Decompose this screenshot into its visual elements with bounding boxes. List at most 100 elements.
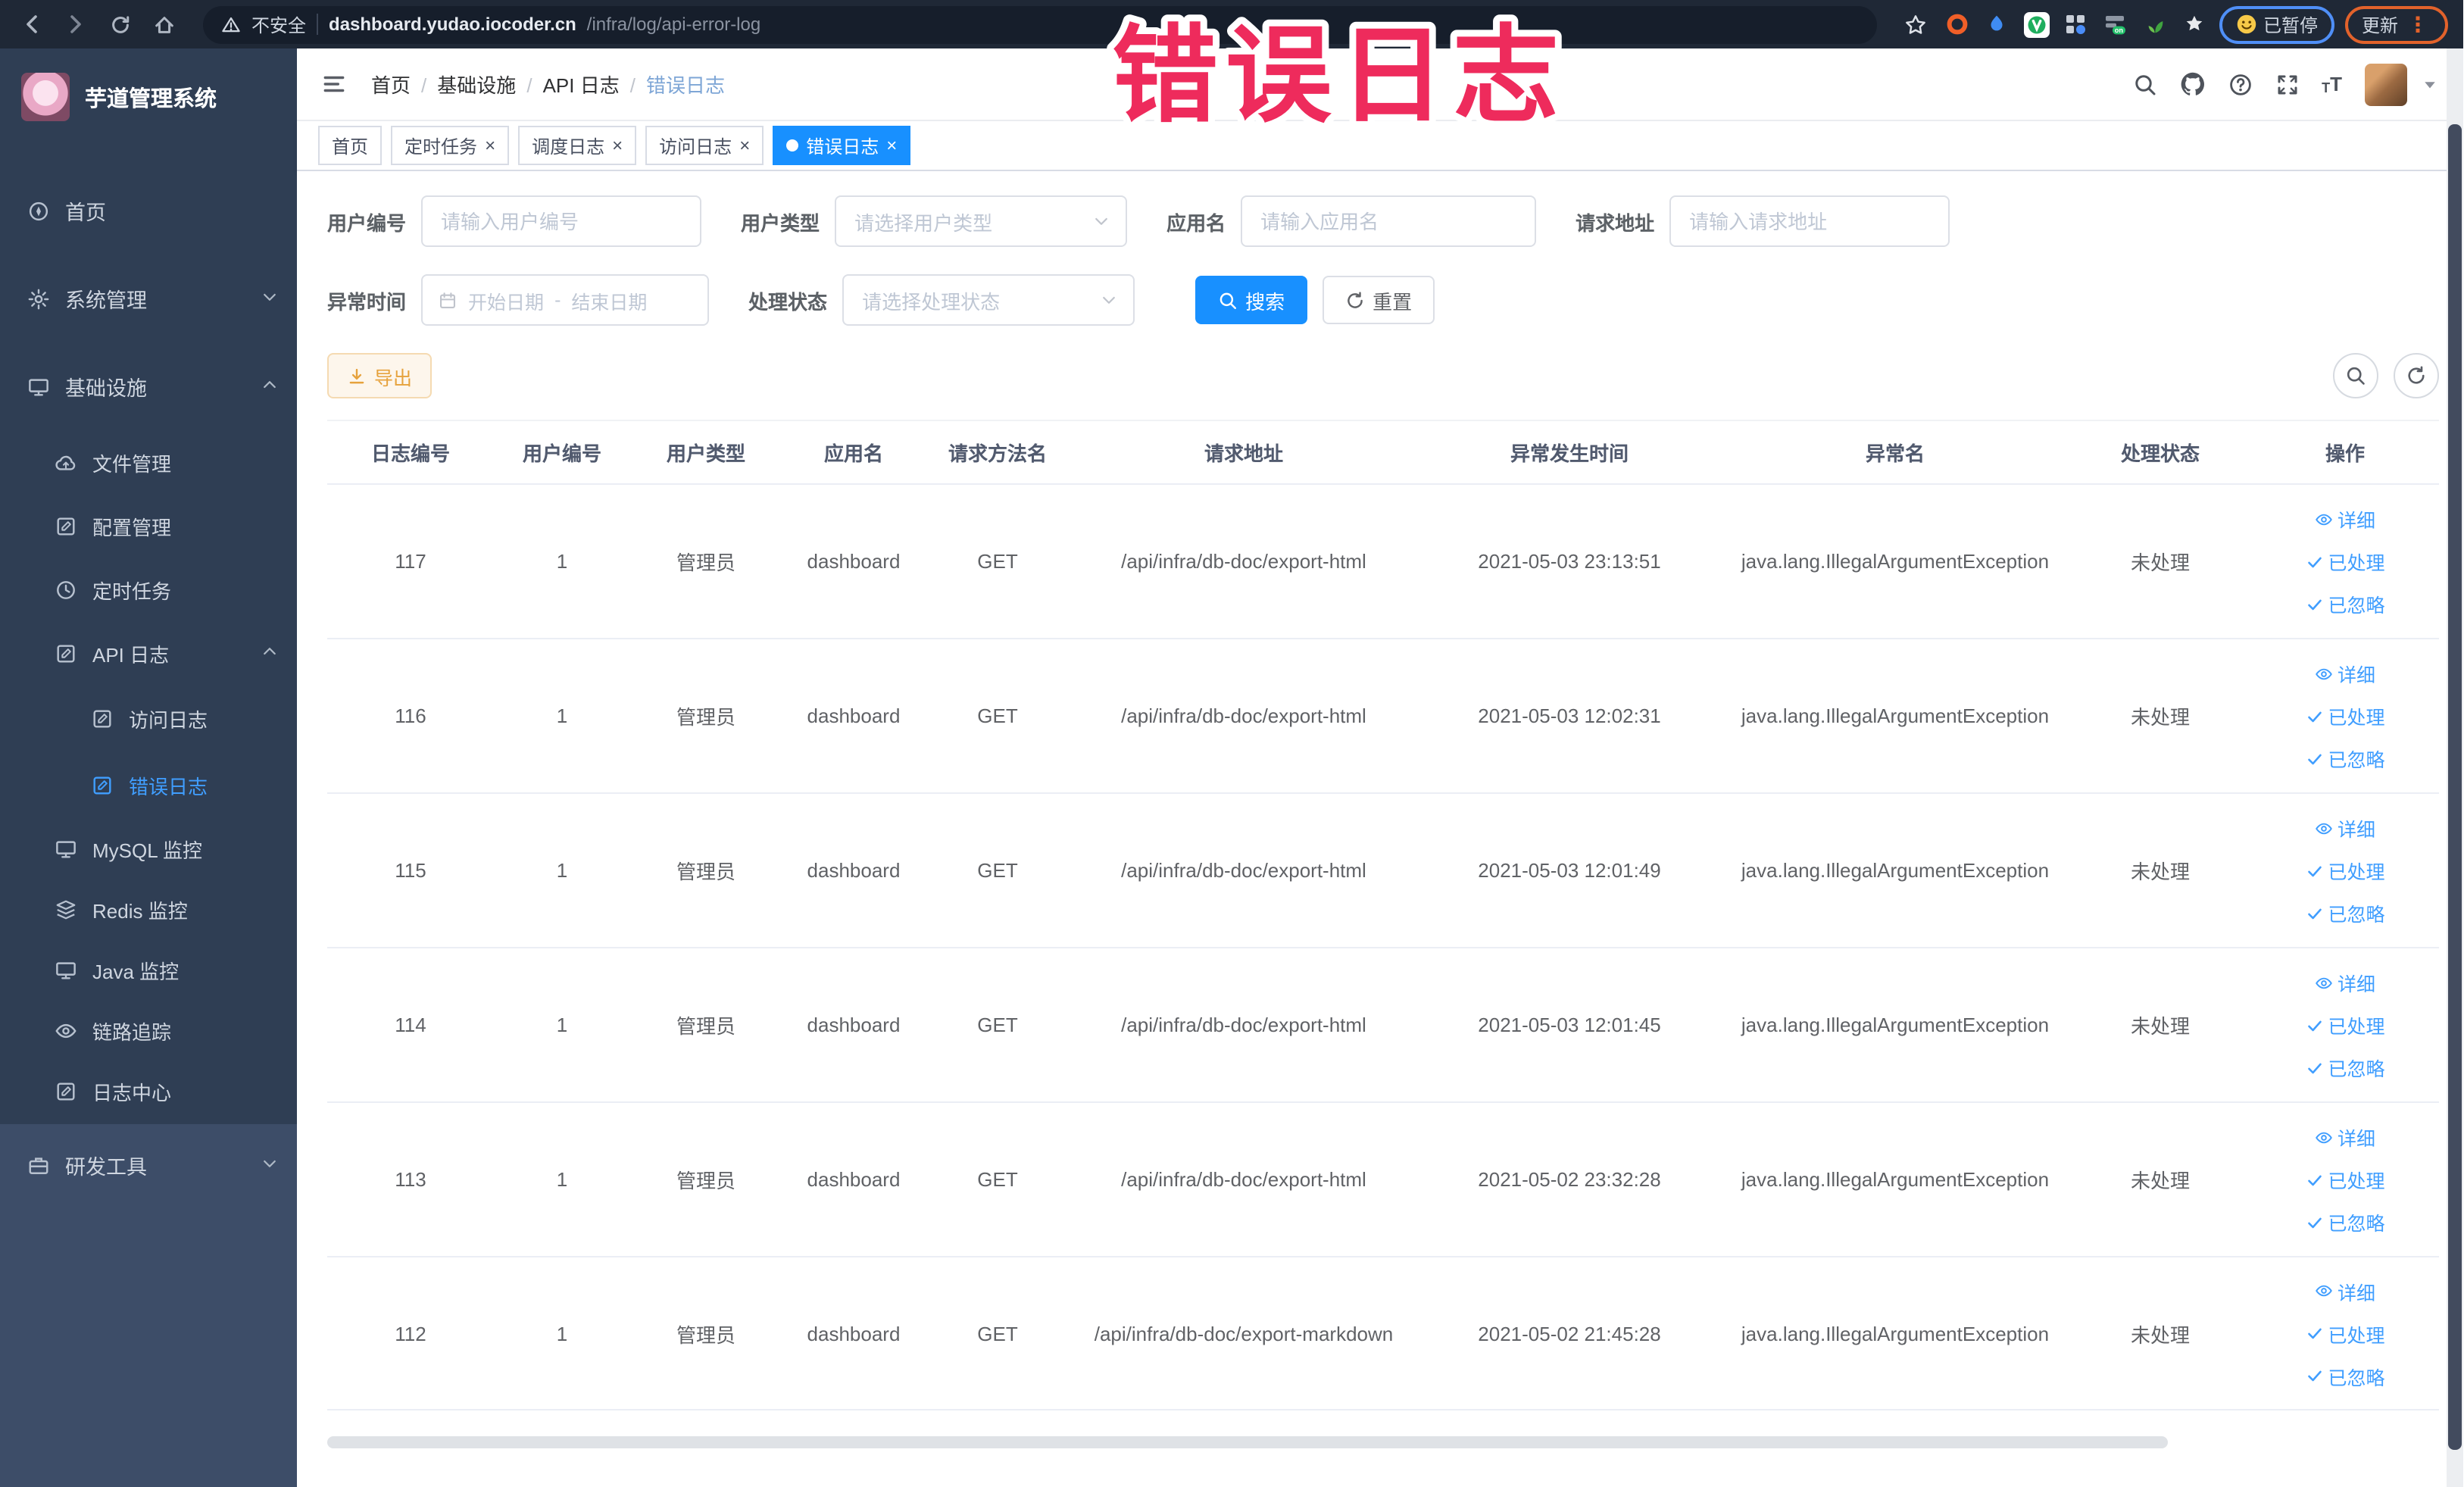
check-icon — [2305, 1016, 2323, 1034]
export-button[interactable]: 导出 — [327, 353, 433, 398]
detail-link[interactable]: 详细 — [2315, 1276, 2375, 1305]
hamburger-icon[interactable] — [321, 71, 347, 97]
processed-link[interactable]: 已处理 — [2305, 701, 2385, 730]
close-icon[interactable] — [886, 136, 897, 155]
process-status-select[interactable]: 请选择处理状态 — [842, 274, 1135, 326]
extension-icon[interactable] — [2180, 10, 2209, 39]
close-icon[interactable] — [739, 136, 750, 155]
update-button[interactable]: 更新 — [2344, 5, 2448, 43]
layers-icon — [55, 898, 77, 920]
cell-user-id: 1 — [556, 1014, 568, 1036]
ignored-link[interactable]: 已忽略 — [2305, 589, 2385, 618]
sidebar-item-log-center[interactable]: 日志中心 — [0, 1061, 297, 1121]
process-status-label: 处理状态 — [748, 290, 828, 313]
paused-extension-badge[interactable]: 已暂停 — [2219, 5, 2334, 43]
search-button[interactable]: 搜索 — [1195, 276, 1308, 324]
processed-link[interactable]: 已处理 — [2305, 1165, 2385, 1194]
reset-button[interactable]: 重置 — [1323, 276, 1435, 324]
table-header: 日志编号 用户编号 用户类型 应用名 请求方法名 请求地址 异常发生时间 异常名… — [327, 420, 2439, 483]
user-id-input[interactable] — [421, 195, 702, 247]
processed-link[interactable]: 已处理 — [2305, 1011, 2385, 1039]
sidebar-item-redis-monitor[interactable]: Redis 监控 — [0, 879, 297, 939]
tab-access-log[interactable]: 访问日志 — [645, 126, 764, 165]
cell-exception: java.lang.IllegalArgumentException — [1741, 1322, 2050, 1345]
detail-link[interactable]: 详细 — [2315, 659, 2375, 688]
exception-time-range-picker[interactable]: 开始日期 - 结束日期 — [421, 274, 710, 326]
sidebar-item-trace[interactable]: 链路追踪 — [0, 1000, 297, 1061]
start-date-placeholder: 开始日期 — [468, 292, 545, 313]
processed-link[interactable]: 已处理 — [2305, 547, 2385, 576]
sidebar-item-access-log[interactable]: 访问日志 — [0, 685, 297, 751]
sidebar-item-java-monitor[interactable]: Java 监控 — [0, 939, 297, 1000]
extension-icon[interactable] — [1983, 10, 2012, 39]
ignored-link[interactable]: 已忽略 — [2305, 1361, 2385, 1390]
home-icon[interactable] — [147, 8, 180, 41]
sidebar-item-devtools[interactable]: 研发工具 — [0, 1124, 297, 1206]
detail-link[interactable]: 详细 — [2315, 505, 2375, 533]
app-name-input[interactable] — [1241, 195, 1537, 247]
extension-icon[interactable] — [1944, 10, 1972, 39]
sidebar-item-infrastructure[interactable]: 基础设施 — [0, 342, 297, 430]
avatar[interactable] — [2365, 63, 2407, 105]
sidebar-item-config-mgmt[interactable]: 配置管理 — [0, 494, 297, 558]
ignored-link[interactable]: 已忽略 — [2305, 1207, 2385, 1236]
tab-schedule-log[interactable]: 调度日志 — [518, 126, 637, 165]
extension-icon[interactable]: on — [2101, 10, 2130, 39]
sidebar-item-system-mgmt[interactable]: 系统管理 — [0, 255, 297, 342]
sidebar-item-scheduled-tasks[interactable]: 定时任务 — [0, 558, 297, 621]
help-icon[interactable] — [2228, 72, 2252, 96]
toggle-search-button[interactable] — [2333, 353, 2378, 398]
sidebar-item-error-log[interactable]: 错误日志 — [0, 751, 297, 818]
address-bar[interactable]: 不安全 dashboard.yudao.iocoder.cn/infra/log… — [203, 5, 1877, 43]
github-icon[interactable] — [2179, 71, 2205, 97]
browser-menu-icon[interactable] — [2404, 11, 2431, 37]
processed-link[interactable]: 已处理 — [2305, 1319, 2385, 1348]
cell-app: dashboard — [807, 550, 901, 573]
breadcrumb-current: 错误日志 — [645, 74, 725, 97]
ignored-link[interactable]: 已忽略 — [2305, 898, 2385, 927]
processed-link[interactable]: 已处理 — [2305, 856, 2385, 885]
extension-icon[interactable] — [2141, 10, 2169, 39]
sidebar-item-home[interactable]: 首页 — [0, 167, 297, 255]
extension-icon[interactable] — [2062, 10, 2091, 39]
user-type-select[interactable]: 请选择用户类型 — [835, 195, 1128, 247]
sidebar-item-file-mgmt[interactable]: 文件管理 — [0, 430, 297, 494]
detail-link[interactable]: 详细 — [2315, 1123, 2375, 1151]
bookmark-star-icon[interactable] — [1900, 8, 1933, 41]
request-url-input[interactable] — [1669, 195, 1950, 247]
forward-icon[interactable] — [59, 8, 92, 41]
breadcrumb-home[interactable]: 首页 — [371, 70, 437, 98]
chevron-up-icon — [261, 375, 279, 398]
app-logo-row[interactable]: 芋道管理系统 — [0, 48, 297, 145]
ignored-link[interactable]: 已忽略 — [2305, 744, 2385, 773]
check-icon — [2305, 749, 2323, 767]
user-menu-caret-icon[interactable] — [2421, 75, 2439, 93]
search-icon — [1218, 290, 1238, 310]
tab-home[interactable]: 首页 — [318, 126, 383, 165]
sidebar-item-mysql-monitor[interactable]: MySQL 监控 — [0, 818, 297, 879]
sidebar-item-api-logs[interactable]: API 日志 — [0, 621, 297, 685]
download-icon — [347, 366, 367, 386]
back-icon[interactable] — [15, 8, 48, 41]
tab-scheduled-tasks[interactable]: 定时任务 — [391, 126, 510, 165]
app-logo — [21, 73, 70, 121]
scrollbar-thumb[interactable] — [2448, 124, 2462, 1450]
close-icon[interactable] — [612, 136, 623, 155]
extension-icon[interactable] — [2022, 10, 2051, 39]
tab-error-log[interactable]: 错误日志 — [773, 126, 911, 165]
close-icon[interactable] — [485, 136, 495, 155]
refresh-table-button[interactable] — [2394, 353, 2439, 398]
page-scrollbar — [2447, 48, 2463, 1487]
fullscreen-icon[interactable] — [2275, 72, 2299, 96]
detail-link[interactable]: 详细 — [2315, 968, 2375, 997]
breadcrumb-api-logs[interactable]: API 日志 — [543, 70, 646, 98]
breadcrumb-infrastructure[interactable]: 基础设施 — [437, 70, 542, 98]
cell-app: dashboard — [807, 1168, 901, 1191]
table-row: 116 1 管理员 dashboard GET /api/infra/db-do… — [327, 638, 2439, 792]
detail-link[interactable]: 详细 — [2315, 814, 2375, 842]
font-size-icon[interactable]: TT — [2322, 73, 2342, 95]
reload-icon[interactable] — [103, 8, 136, 41]
ignored-link[interactable]: 已忽略 — [2305, 1053, 2385, 1082]
search-icon[interactable] — [2132, 72, 2156, 96]
horizontal-scrollbar[interactable] — [327, 1436, 2168, 1448]
